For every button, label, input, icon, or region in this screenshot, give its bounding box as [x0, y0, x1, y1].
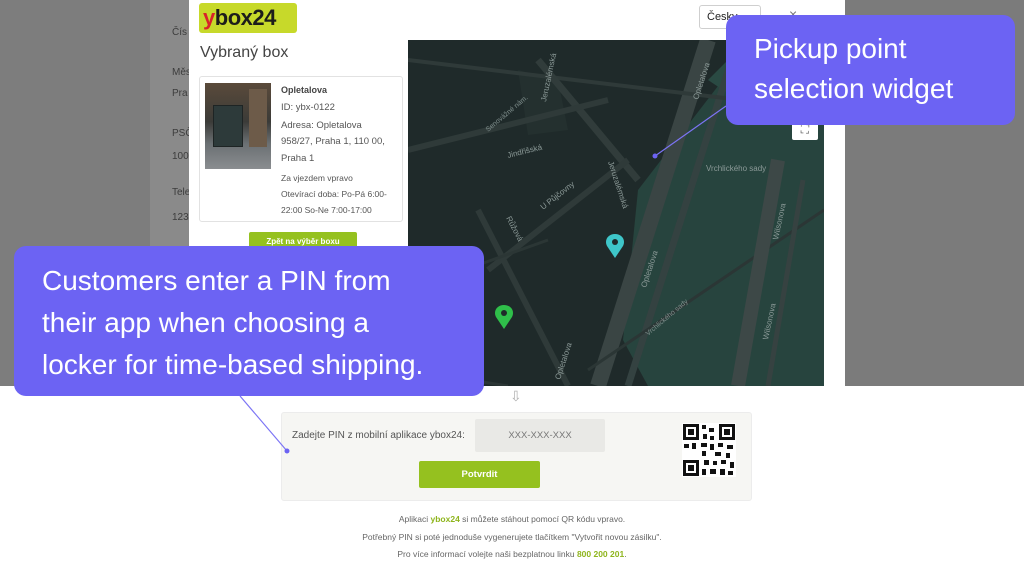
arrow-down-icon: ⇩ [510, 388, 522, 404]
pin-label: Zadejte PIN z mobilní aplikace ybox24: [292, 430, 465, 441]
box-address-line: Praha 1 [281, 153, 315, 164]
locker-image [213, 105, 243, 147]
callout-pin-explanation: Customers enter a PIN from their app whe… [14, 246, 484, 396]
bg-label: 123 [172, 212, 189, 223]
callout-line: Customers enter a PIN from [42, 265, 391, 296]
bg-label: Pra [172, 88, 188, 99]
ybox24-logo: y box24 [199, 3, 297, 33]
info-line-pin: Potřebný PIN si poté jednoduše vygeneruj… [362, 532, 662, 542]
street-label: Vrchlického sady [706, 164, 766, 173]
callout-line: locker for time-based shipping. [42, 349, 424, 380]
door-image [249, 89, 267, 147]
info-line-contact: Pro více informací volejte naši bezplatn… [0, 549, 1024, 559]
box-address-line: Adresa: Opletalova [281, 120, 362, 131]
callout-pointer-line [239, 395, 288, 452]
confirm-button[interactable]: Potvrdit [419, 461, 540, 488]
logo-text: box24 [214, 5, 277, 30]
info-text: Aplikaci [398, 514, 431, 524]
brand-link[interactable]: ybox24 [431, 514, 460, 524]
selected-box-card: Opletalova ID: ybx-0122 Adresa: Opletalo… [199, 76, 403, 222]
screen: Čís Měst Pra PSČ 100 Telef 123 y box24 Če… [0, 0, 1024, 576]
callout-line: Pickup point [754, 33, 907, 64]
callout-line: their app when choosing a [42, 307, 369, 338]
info-line-app: Aplikaci ybox24 si můžete stáhout pomocí… [0, 514, 1024, 524]
callout-pointer-dot [652, 153, 658, 159]
box-id: ID: ybx-0122 [281, 102, 335, 113]
pin-input[interactable] [475, 419, 605, 452]
qr-code-icon [682, 423, 736, 477]
phone-link[interactable]: 800 200 201 [577, 549, 624, 559]
box-note: Za vjezdem vpravo [281, 173, 353, 183]
box-hours-line: Otevírací doba: Po-Pá 6:00- [281, 189, 387, 199]
pin-entry-panel: Zadejte PIN z mobilní aplikace ybox24: P… [281, 412, 752, 501]
box-hours-line: 22:00 So-Ne 7:00-17:00 [281, 205, 372, 215]
box-name: Opletalova [281, 85, 328, 95]
box-address-line: 958/27, Praha 1, 110 00, [281, 136, 385, 147]
box-photo [205, 83, 271, 169]
modal-title: Vybraný box [200, 44, 289, 61]
bg-label: 100 [172, 151, 189, 162]
callout-line: selection widget [754, 73, 954, 104]
bg-label: Čís [172, 27, 187, 38]
logo-letter: y [203, 5, 215, 30]
info-text: Pro více informací volejte naši bezplatn… [397, 549, 577, 559]
info-text: . [624, 549, 627, 559]
info-text: si můžete stáhout pomocí QR kódu vpravo. [459, 514, 626, 524]
callout-pickup-widget: Pickup point selection widget [726, 15, 1015, 125]
